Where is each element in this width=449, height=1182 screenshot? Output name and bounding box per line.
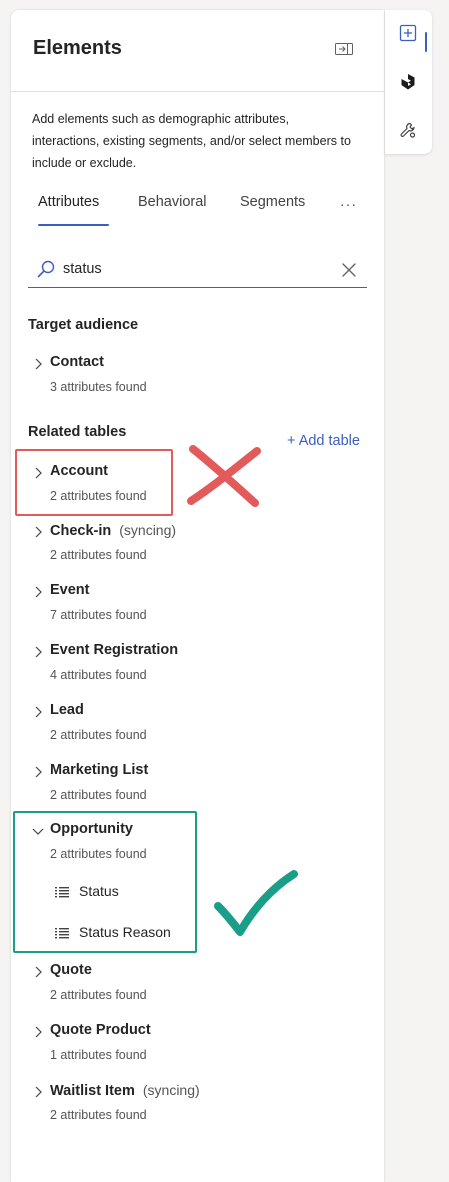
rail-button-copilot[interactable] [395, 69, 421, 95]
collapse-panel-button[interactable] [333, 40, 355, 58]
search-icon [37, 260, 55, 278]
related-tables-heading: Related tables [28, 424, 127, 440]
rail-active-indicator [425, 32, 427, 52]
chevron-right-icon [35, 706, 42, 718]
table-item-contact[interactable]: Contact 3 attributes found [28, 354, 358, 404]
chevron-right-icon [35, 1026, 42, 1038]
table-item-lead[interactable]: Lead 2 attributes found [28, 702, 358, 752]
chevron-right-icon [35, 358, 42, 370]
table-name-text: Check-in [50, 523, 112, 539]
side-rail [385, 10, 432, 154]
table-name: Quote [50, 962, 92, 978]
copilot-icon [401, 74, 415, 90]
attribute-count: 4 attributes found [50, 668, 147, 682]
attribute-count: 2 attributes found [50, 1108, 147, 1122]
attribute-count: 2 attributes found [50, 988, 147, 1002]
table-name: Event [50, 582, 90, 598]
search-box [28, 256, 367, 288]
add-table-link[interactable]: + Add table [287, 433, 360, 449]
chevron-right-icon [35, 966, 42, 978]
rail-button-tools[interactable] [395, 117, 421, 143]
attribute-count: 2 attributes found [50, 548, 147, 562]
syncing-label: (syncing) [142, 1082, 200, 1098]
tab-segments[interactable]: Segments [240, 194, 305, 230]
header-divider [11, 91, 384, 92]
rail-button-elements[interactable] [395, 20, 421, 46]
tools-icon [400, 122, 416, 138]
more-tabs-button[interactable]: ··· [340, 196, 357, 212]
table-item-marketing-list[interactable]: Marketing List 2 attributes found [28, 762, 358, 812]
search-input[interactable] [63, 261, 333, 277]
table-item-check-in[interactable]: Check-in (syncing) 2 attributes found [28, 522, 358, 572]
table-name: Check-in (syncing) [50, 522, 176, 539]
table-item-waitlist-item[interactable]: Waitlist Item (syncing) 2 attributes foun… [28, 1082, 358, 1132]
table-name-text: Waitlist Item [50, 1083, 135, 1099]
red-x-mark-icon [187, 445, 261, 507]
correct-highlight-box [13, 811, 197, 953]
syncing-label: (syncing) [119, 522, 177, 538]
target-audience-heading: Target audience [28, 317, 139, 333]
table-item-quote[interactable]: Quote 2 attributes found [28, 962, 358, 1012]
panel-collapse-icon [335, 43, 353, 55]
table-item-event-registration[interactable]: Event Registration 4 attributes found [28, 642, 358, 692]
table-name: Lead [50, 702, 84, 718]
chevron-right-icon [35, 766, 42, 778]
table-name: Event Registration [50, 642, 179, 658]
table-name: Waitlist Item (syncing) [50, 1082, 200, 1099]
attribute-count: 1 attributes found [50, 1048, 147, 1062]
elements-panel: Elements Add elements such as demographi… [11, 10, 384, 1182]
attribute-count: 2 attributes found [50, 788, 147, 802]
wrong-highlight-box [15, 449, 173, 516]
table-name: Quote Product [50, 1022, 151, 1038]
add-element-icon [399, 24, 417, 42]
table-name: Marketing List [50, 762, 149, 778]
chevron-right-icon [35, 646, 42, 658]
clear-search-icon[interactable] [341, 262, 357, 278]
attribute-count: 7 attributes found [50, 608, 147, 622]
chevron-right-icon [35, 586, 42, 598]
attribute-count: 3 attributes found [50, 380, 147, 394]
panel-description: Add elements such as demographic attribu… [32, 112, 351, 170]
chevron-right-icon [35, 526, 42, 538]
table-item-quote-product[interactable]: Quote Product 1 attributes found [28, 1022, 358, 1072]
table-item-event[interactable]: Event 7 attributes found [28, 582, 358, 632]
tab-behavioral[interactable]: Behavioral [138, 194, 207, 230]
table-name: Contact [50, 354, 104, 370]
green-check-mark-icon [214, 870, 298, 936]
panel-title: Elements [33, 37, 122, 59]
active-tab-indicator [38, 224, 109, 226]
attribute-count: 2 attributes found [50, 728, 147, 742]
chevron-right-icon [35, 1086, 42, 1098]
